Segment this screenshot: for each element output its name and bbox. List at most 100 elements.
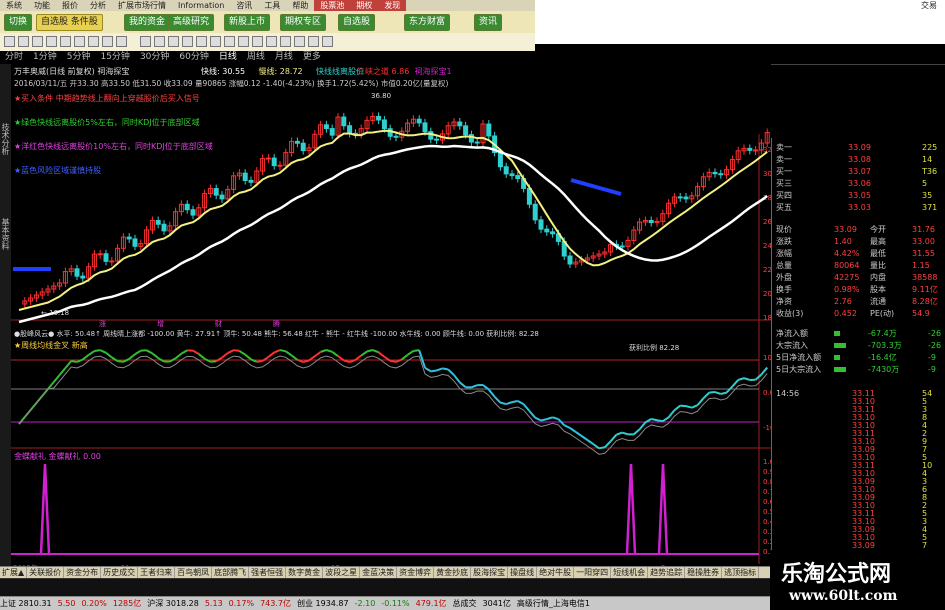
stat-key-2: 今开 [870,224,886,235]
help-icon[interactable] [238,36,249,47]
chart-icon[interactable] [60,36,71,47]
toolbar-button-1[interactable]: 自选股 条件股 [36,14,103,31]
sub1-tick: 100.0 [763,354,771,362]
tool-icon[interactable] [140,36,151,47]
order-book-row[interactable]: 卖一33.09225 [772,142,945,153]
menu-item-2[interactable]: 报价 [56,0,84,11]
order-book-row[interactable]: 买一33.07T36 [772,166,945,177]
stat-value-2: 54.9 [912,308,930,319]
period-0[interactable]: 分时 [0,51,28,64]
settings-icon[interactable] [224,36,235,47]
tab-technical-analysis[interactable]: 技术分析 [0,104,11,174]
stat-row[interactable]: 现价33.09今开31.76 [772,224,945,235]
menu-trade[interactable]: 交易 [921,0,937,11]
zoom-in-icon[interactable] [102,36,113,47]
price-tick: 24.00 [763,242,771,250]
menu-item-0[interactable]: 系统 [0,0,28,11]
back-icon[interactable] [4,36,15,47]
menu-item-8[interactable]: 帮助 [286,0,314,11]
stat-row[interactable]: 换手0.98%股本9.11亿 [772,284,945,295]
table-icon[interactable] [74,36,85,47]
alarm-icon[interactable] [294,36,305,47]
flow-row[interactable]: 5日大宗流入-7430万-9 [772,364,945,375]
ask-label: 买四 [776,190,792,201]
ask-price: 33.03 [848,202,871,213]
stat-row[interactable]: 涨跌1.40最高33.00 [772,236,945,247]
tab-basic-data[interactable]: 基本资料 [0,204,11,264]
import-icon[interactable] [280,36,291,47]
stat-value-2: 1.15 [912,260,930,271]
toolbar-button-5[interactable]: 期权专区 [280,14,326,31]
status-item-2: 0.20% [81,599,106,608]
candle-body [98,254,102,255]
menu-item-3[interactable]: 分析 [84,0,112,11]
toolbar-button-0[interactable]: 切换 [4,14,32,31]
toolbar-button-8[interactable]: 资讯 [474,14,502,31]
order-book-row[interactable]: 买四33.0535 [772,190,945,201]
order-book-row[interactable]: 买五33.03371 [772,202,945,213]
search-icon[interactable] [252,36,263,47]
menu-bar-right: 交易 [535,0,945,44]
status-item-10: -0.11% [381,599,409,608]
stat-row[interactable]: 收益(3)0.452PE(动)54.9 [772,308,945,319]
oscillator-segment [390,361,396,362]
pen-icon[interactable] [154,36,165,47]
chart-panel[interactable]: 万丰奥威(日线 前复权) 祠海探宝快线: 30.55慢线: 28.72快线线离股… [11,64,771,574]
export-icon[interactable] [266,36,277,47]
stat-row[interactable]: 总量80064量比1.15 [772,260,945,271]
menu-item-11[interactable]: 发现 [378,0,406,11]
stat-key: 涨跌 [776,236,792,247]
oscillator-segment [280,350,286,351]
toolbar-button-3[interactable]: 高级研究 [168,14,214,31]
stat-value: 33.09 [834,224,857,235]
note-icon[interactable] [308,36,319,47]
menu-item-4[interactable]: 扩展市场行情 [112,0,172,11]
flow-row[interactable]: 净流入额-67.4万-26 [772,328,945,339]
flow-row[interactable]: 5日净流入额-16.4亿-9 [772,352,945,363]
grid-icon[interactable] [88,36,99,47]
menu-item-6[interactable]: 咨讯 [230,0,258,11]
refresh-icon[interactable] [46,36,57,47]
arrow-icon[interactable] [182,36,193,47]
candle-body [545,229,549,232]
sub1-profit-label: 获利比例 82.28 [629,343,679,352]
toolbar-button-2[interactable]: 我的资金 [124,14,170,31]
period-5[interactable]: 60分钟 [174,51,213,64]
menu-item-10[interactable]: 期权 [350,0,378,11]
period-1[interactable]: 1分钟 [28,51,62,64]
toolbar-button-7[interactable]: 东方财富 [404,14,450,31]
home-icon[interactable] [32,36,43,47]
price-tick: 22.00 [763,266,771,274]
sub2-tick: 0.30 [763,528,771,536]
menu-item-1[interactable]: 功能 [28,0,56,11]
print-icon[interactable] [210,36,221,47]
candle-body [330,129,334,136]
period-9[interactable]: 更多 [298,51,326,64]
menu-item-5[interactable]: Information [172,0,230,11]
toolbar-button-6[interactable]: 自选股 [338,14,375,31]
oscillator-segment [442,368,448,369]
period-4[interactable]: 30分钟 [135,51,174,64]
menu-item-9[interactable]: 股票池 [314,0,350,11]
period-2[interactable]: 5分钟 [62,51,96,64]
period-8[interactable]: 月线 [270,51,298,64]
period-7[interactable]: 周线 [242,51,270,64]
stat-row[interactable]: 外盘42275内盘38588 [772,272,945,283]
ask-volume: 35 [922,190,932,201]
menu-item-7[interactable]: 工具 [258,0,286,11]
order-book-row[interactable]: 卖一33.0814 [772,154,945,165]
period-6[interactable]: 日线 [214,51,242,64]
stat-row[interactable]: 涨幅4.42%最低31.55 [772,248,945,259]
line-icon[interactable] [168,36,179,47]
forward-icon[interactable] [18,36,29,47]
zoom-out-icon[interactable] [116,36,127,47]
period-3[interactable]: 15分钟 [95,51,134,64]
stat-row[interactable]: 净资2.76流通8.28亿 [772,296,945,307]
toolbar-button-4[interactable]: 新股上市 [224,14,270,31]
list-icon[interactable] [322,36,333,47]
order-book-row[interactable]: 买三33.065 [772,178,945,189]
candle-body [475,142,479,143]
flow-pct: -26 [928,328,941,339]
flow-row[interactable]: 大宗流入-703.3万-26 [772,340,945,351]
text-icon[interactable] [196,36,207,47]
